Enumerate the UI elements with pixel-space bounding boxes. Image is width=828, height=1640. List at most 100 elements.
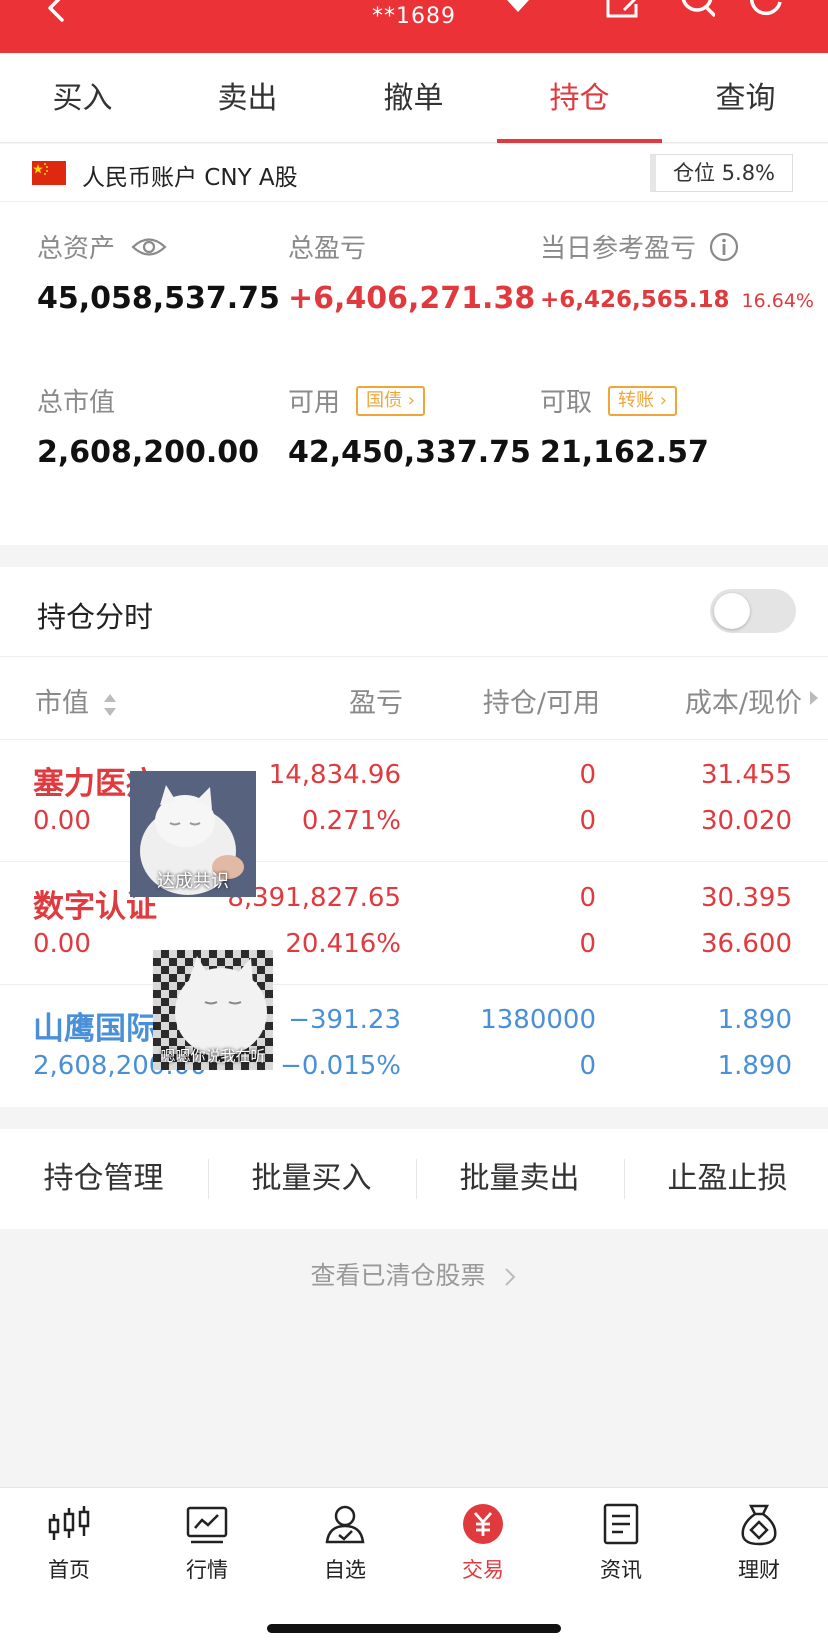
withdrawable: 可取 转账 › 21,162.57 — [540, 382, 709, 470]
money-bag-icon — [741, 1504, 777, 1546]
stock-pl: −391.23 — [288, 1005, 401, 1035]
stock-price: 1.890 — [717, 1051, 792, 1081]
holding-row[interactable]: 塞力医疗 0.00 14,834.96 0.271% 0 0 31.455 30… — [0, 740, 828, 862]
stock-pl: 14,834.96 — [268, 760, 401, 790]
cat-meme-sticker: 达成共识 — [130, 771, 256, 897]
stock-available: 0 — [579, 1051, 596, 1081]
eye-icon[interactable] — [131, 234, 167, 260]
sort-icon[interactable] — [102, 692, 118, 718]
chart-icon — [186, 1506, 228, 1544]
stock-position: 0 — [579, 883, 596, 913]
holdings-actions: 持仓管理 批量买入 批量卖出 止盈止损 — [0, 1129, 828, 1229]
stock-cost: 30.395 — [701, 883, 792, 913]
col-position: 持仓/可用 — [482, 688, 600, 719]
nav-market[interactable]: 行情 — [138, 1502, 276, 1584]
cat-meme-sticker: 嗯嗯你说我在听 — [153, 950, 273, 1070]
stock-pl-percent: 20.416% — [285, 929, 401, 959]
stock-market-value: 0.00 — [33, 806, 91, 836]
stock-position: 1380000 — [480, 1005, 596, 1035]
nav-home[interactable]: 首页 — [0, 1502, 138, 1584]
daily-pl-value: +6,426,565.18 — [540, 287, 730, 313]
nav-label: 首页 — [48, 1558, 90, 1582]
available-label: 可用 — [288, 388, 341, 418]
daily-pl-percent: 16.64% — [741, 290, 814, 312]
batch-sell-button[interactable]: 批量卖出 — [416, 1129, 623, 1229]
refresh-icon[interactable] — [748, 0, 786, 22]
market-value: 总市值 2,608,200.00 — [37, 382, 259, 470]
daily-pl: 当日参考盈亏 +6,426,565.18 16.64% — [540, 228, 814, 313]
stock-price: 30.020 — [701, 806, 792, 836]
bottom-navigation: 首页 行情 自选 交易 资讯 理财 — [0, 1487, 828, 1640]
search-icon[interactable] — [677, 0, 715, 22]
home-indicator[interactable] — [267, 1624, 561, 1633]
stock-cost: 31.455 — [701, 760, 792, 790]
holdings-title: 持仓分时 — [37, 600, 154, 634]
holdings-panel: 持仓分时 市值 盈亏 持仓/可用 成本/现价 塞力医疗 0.00 14,834.… — [0, 567, 828, 1107]
holding-row[interactable]: 数字认证 0.00 8,391,827.65 20.416% 0 0 30.39… — [0, 863, 828, 985]
total-pl-value: +6,406,271.38 — [288, 281, 536, 316]
chevron-right-icon — [505, 1268, 516, 1286]
stock-position: 0 — [579, 760, 596, 790]
total-assets: 总资产 45,058,537.75 — [37, 228, 280, 316]
cleared-stocks-link[interactable]: 查看已清仓股票 — [0, 1256, 828, 1292]
info-icon[interactable] — [708, 231, 740, 263]
nav-label: 行情 — [186, 1558, 228, 1582]
stock-pl-percent: 0.271% — [301, 806, 401, 836]
top-bar: **1689 — [0, 0, 828, 53]
stock-cost: 1.890 — [717, 1005, 792, 1035]
yuan-icon — [463, 1504, 503, 1544]
stock-available: 0 — [579, 806, 596, 836]
share-icon[interactable] — [604, 0, 642, 22]
nav-wealth[interactable]: 理财 — [690, 1502, 828, 1584]
manage-holdings-button[interactable]: 持仓管理 — [0, 1129, 207, 1229]
total-assets-value: 45,058,537.75 — [37, 281, 280, 316]
col-market-value[interactable]: 市值 — [35, 681, 118, 720]
batch-buy-button[interactable]: 批量买入 — [208, 1129, 415, 1229]
chevron-right-icon[interactable] — [808, 689, 820, 707]
document-icon — [603, 1503, 639, 1545]
tab-sell[interactable]: 卖出 — [165, 53, 330, 143]
bond-button[interactable]: 国债 › — [356, 385, 425, 416]
account-row: 人民币账户 CNY A股 仓位 5.8% — [0, 144, 828, 202]
total-pl-label: 总盈亏 — [288, 234, 367, 264]
stock-market-value: 0.00 — [33, 929, 91, 959]
market-value-value: 2,608,200.00 — [37, 435, 260, 470]
meme-caption: 达成共识 — [157, 871, 229, 892]
tab-cancel[interactable]: 撤单 — [331, 53, 496, 143]
nav-watchlist[interactable]: 自选 — [276, 1502, 414, 1584]
holdings-header: 持仓分时 — [0, 567, 828, 657]
nav-label: 理财 — [738, 1558, 780, 1582]
transfer-button[interactable]: 转账 › — [608, 385, 677, 416]
total-assets-label: 总资产 — [37, 234, 116, 264]
stock-name: 山鹰国际 — [33, 1011, 157, 1047]
holdings-column-header: 市值 盈亏 持仓/可用 成本/现价 — [0, 657, 828, 740]
meme-caption: 嗯嗯你说我在听 — [160, 1047, 266, 1065]
tab-buy[interactable]: 买入 — [0, 53, 165, 143]
position-ratio-badge: 仓位 5.8% — [650, 154, 793, 192]
nav-trade[interactable]: 交易 — [414, 1502, 552, 1584]
daily-pl-label: 当日参考盈亏 — [540, 234, 697, 264]
trade-tabs: 买入 卖出 撤单 持仓 查询 — [0, 53, 828, 143]
stock-price: 36.600 — [701, 929, 792, 959]
toggle-knob — [714, 593, 750, 629]
candlestick-icon — [48, 1506, 90, 1540]
withdrawable-value: 21,162.57 — [540, 435, 709, 470]
account-panel: 人民币账户 CNY A股 仓位 5.8% 总资产 45,058,537.75 总… — [0, 144, 828, 545]
tab-query[interactable]: 查询 — [663, 53, 828, 143]
total-pl: 总盈亏 +6,406,271.38 — [288, 228, 535, 316]
tab-holdings[interactable]: 持仓 — [497, 53, 662, 143]
holding-row[interactable]: 山鹰国际 2,608,200.00 −391.23 −0.015% 138000… — [0, 985, 828, 1107]
china-flag-icon — [32, 161, 66, 185]
col-cost-price: 成本/现价 — [684, 688, 802, 719]
available-funds: 可用 国债 › 42,450,337.75 — [288, 382, 531, 470]
dropdown-icon[interactable] — [505, 0, 531, 16]
intraday-toggle[interactable] — [710, 589, 796, 633]
nav-label: 资讯 — [600, 1558, 642, 1582]
withdrawable-label: 可取 — [540, 388, 593, 418]
available-value: 42,450,337.75 — [288, 435, 531, 470]
stop-profit-loss-button[interactable]: 止盈止损 — [624, 1129, 828, 1229]
col-pl: 盈亏 — [349, 688, 403, 719]
nav-label: 交易 — [462, 1558, 504, 1582]
nav-news[interactable]: 资讯 — [552, 1502, 690, 1584]
nav-label: 自选 — [324, 1558, 366, 1582]
